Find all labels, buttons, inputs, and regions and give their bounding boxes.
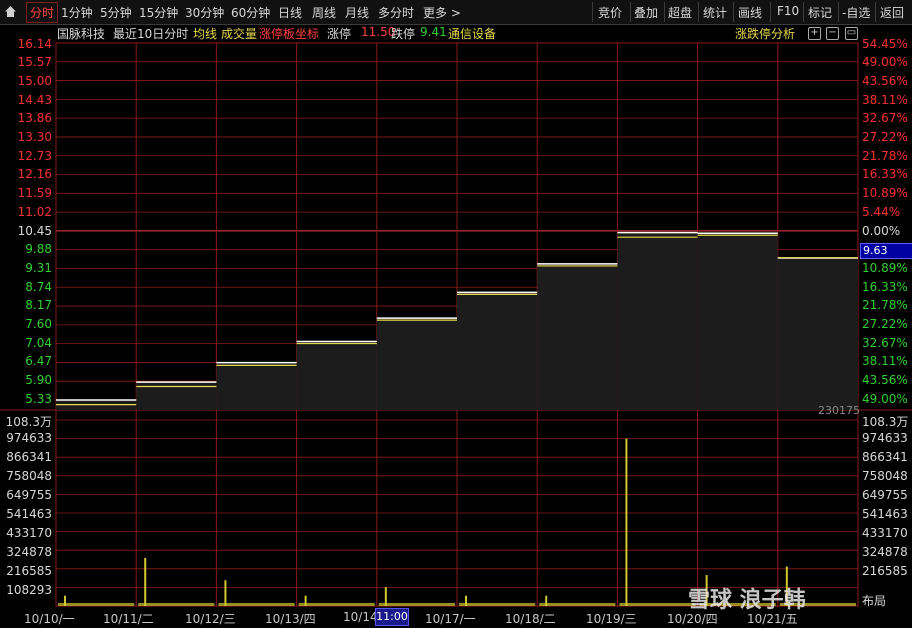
volume-tick: 433170 [6,526,52,540]
date-label: 10/12/三 [185,612,236,626]
price-area [376,318,457,410]
volume-baseline [619,603,696,606]
price-tick: 7.04 [25,336,52,350]
date-label: 10/18/二 [505,612,556,626]
pct-tick: 21.78% [862,149,908,163]
volume-baseline [138,603,215,606]
date-label: 10/11/二 [103,612,154,626]
pct-tick: 27.22% [862,130,908,144]
pct-tick: 49.00% [862,392,908,406]
price-tick: 11.59 [17,186,52,200]
price-tick: 5.33 [25,392,52,406]
price-tick: 8.17 [25,298,52,312]
volume-baseline [298,603,375,606]
price-tick: 16.14 [17,37,52,51]
volume-bar [224,580,227,606]
volume-tick: 758048 [862,469,908,483]
volume-bar [625,438,628,606]
volume-bar [144,557,147,606]
pct-tick: 38.11% [862,93,908,107]
volume-tick: 974633 [6,431,52,445]
volume-baseline [459,603,536,606]
price-area [617,232,698,410]
intraday-chart[interactable] [0,0,912,628]
volume-tick: 108293 [6,583,52,597]
current-volume-value: 230175 [818,404,860,417]
price-tick: 10.45 [17,224,52,238]
pct-tick: 43.56% [862,74,908,88]
watermark: 雪球 浪子韩 [688,588,806,613]
volume-tick: 108.3万 [862,415,909,429]
date-label: 10/17/一 [425,612,476,626]
current-price-tag: 9.63 [860,243,912,259]
price-area [296,341,377,410]
pct-tick: 32.67% [862,336,908,350]
volume-tick: 541463 [862,507,908,521]
pct-tick: 43.56% [862,373,908,387]
volume-tick: 758048 [6,469,52,483]
price-tick: 15.00 [17,74,52,88]
date-label: 10/13/四 [265,612,316,626]
price-tick: 7.60 [25,317,52,331]
price-tick: 12.16 [17,167,52,181]
volume-baseline [539,603,616,606]
price-tick: 13.86 [17,111,52,125]
pct-tick: 5.44% [862,205,901,219]
date-label: 10/19/三 [586,612,637,626]
pct-tick: 10.89% [862,261,908,275]
volume-tick: 974633 [862,431,908,445]
volume-baseline [218,603,295,606]
layout-label[interactable]: 布局 [862,592,886,609]
volume-tick: 649755 [862,488,908,502]
price-area [457,292,538,410]
price-tick: 5.90 [25,373,52,387]
date-label: 10/10/一 [24,612,75,626]
pct-tick: 38.11% [862,354,908,368]
volume-baseline [378,603,455,606]
price-tick: 13.30 [17,130,52,144]
volume-tick: 324878 [862,545,908,559]
price-area [697,233,778,410]
pct-tick: 27.22% [862,317,908,331]
price-tick: 14.43 [17,93,52,107]
volume-tick: 216585 [6,564,52,578]
price-area [216,362,297,410]
pct-tick: 10.89% [862,186,908,200]
price-tick: 6.47 [25,354,52,368]
price-tick: 9.31 [25,261,52,275]
volume-tick: 866341 [6,450,52,464]
price-area [537,263,618,410]
pct-tick: 49.00% [862,55,908,69]
volume-tick: 433170 [862,526,908,540]
price-tick: 11.02 [17,205,52,219]
volume-tick: 216585 [862,564,908,578]
price-tick: 15.57 [17,55,52,69]
volume-tick: 108.3万 [5,415,52,429]
volume-tick: 324878 [6,545,52,559]
pct-tick: 21.78% [862,298,908,312]
pct-tick: 54.45% [862,37,908,51]
volume-tick: 649755 [6,488,52,502]
pct-tick: 16.33% [862,167,908,181]
price-area [777,257,858,410]
price-tick: 8.74 [25,280,52,294]
volume-tick: 541463 [6,507,52,521]
price-tick: 12.73 [17,149,52,163]
volume-tick: 866341 [862,450,908,464]
pct-tick: 32.67% [862,111,908,125]
pct-tick: 0.00% [862,224,901,238]
pct-tick: 16.33% [862,280,908,294]
price-tick: 9.88 [25,242,52,256]
volume-baseline [58,603,135,606]
cursor-time-badge: 11:00 [375,608,409,626]
